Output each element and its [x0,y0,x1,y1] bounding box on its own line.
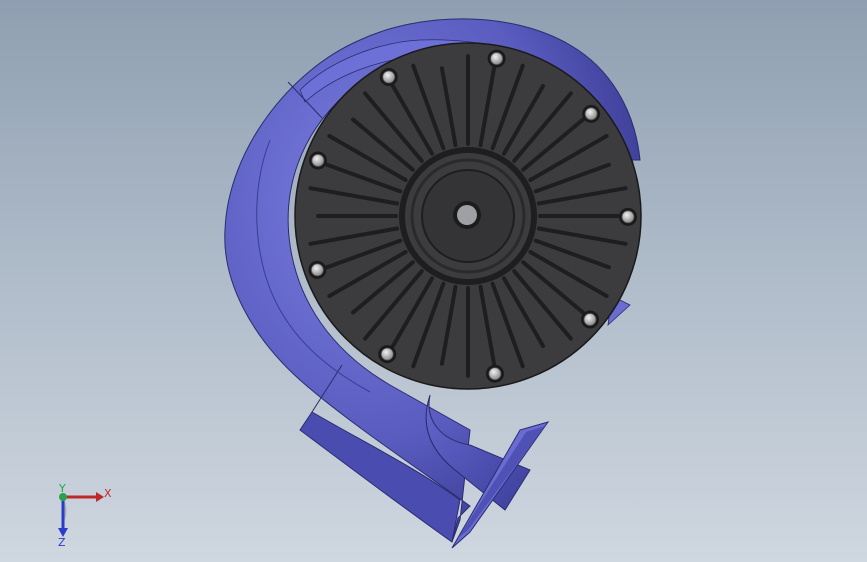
cover-bolt[interactable] [378,345,397,364]
cover-bolt[interactable] [487,49,506,68]
cover-bolt[interactable] [581,310,600,329]
cover-bolt[interactable] [582,104,601,123]
shaft-center [457,205,477,225]
blower-model[interactable] [0,0,867,562]
cover-bolt[interactable] [485,364,504,383]
cover-bolt[interactable] [308,151,327,170]
cover-bolt[interactable] [379,68,398,87]
cover-bolt[interactable] [618,207,637,226]
motor-cover[interactable] [294,42,642,390]
cover-bolt[interactable] [308,260,327,279]
graphics-viewport[interactable]: X Y Z [0,0,867,562]
